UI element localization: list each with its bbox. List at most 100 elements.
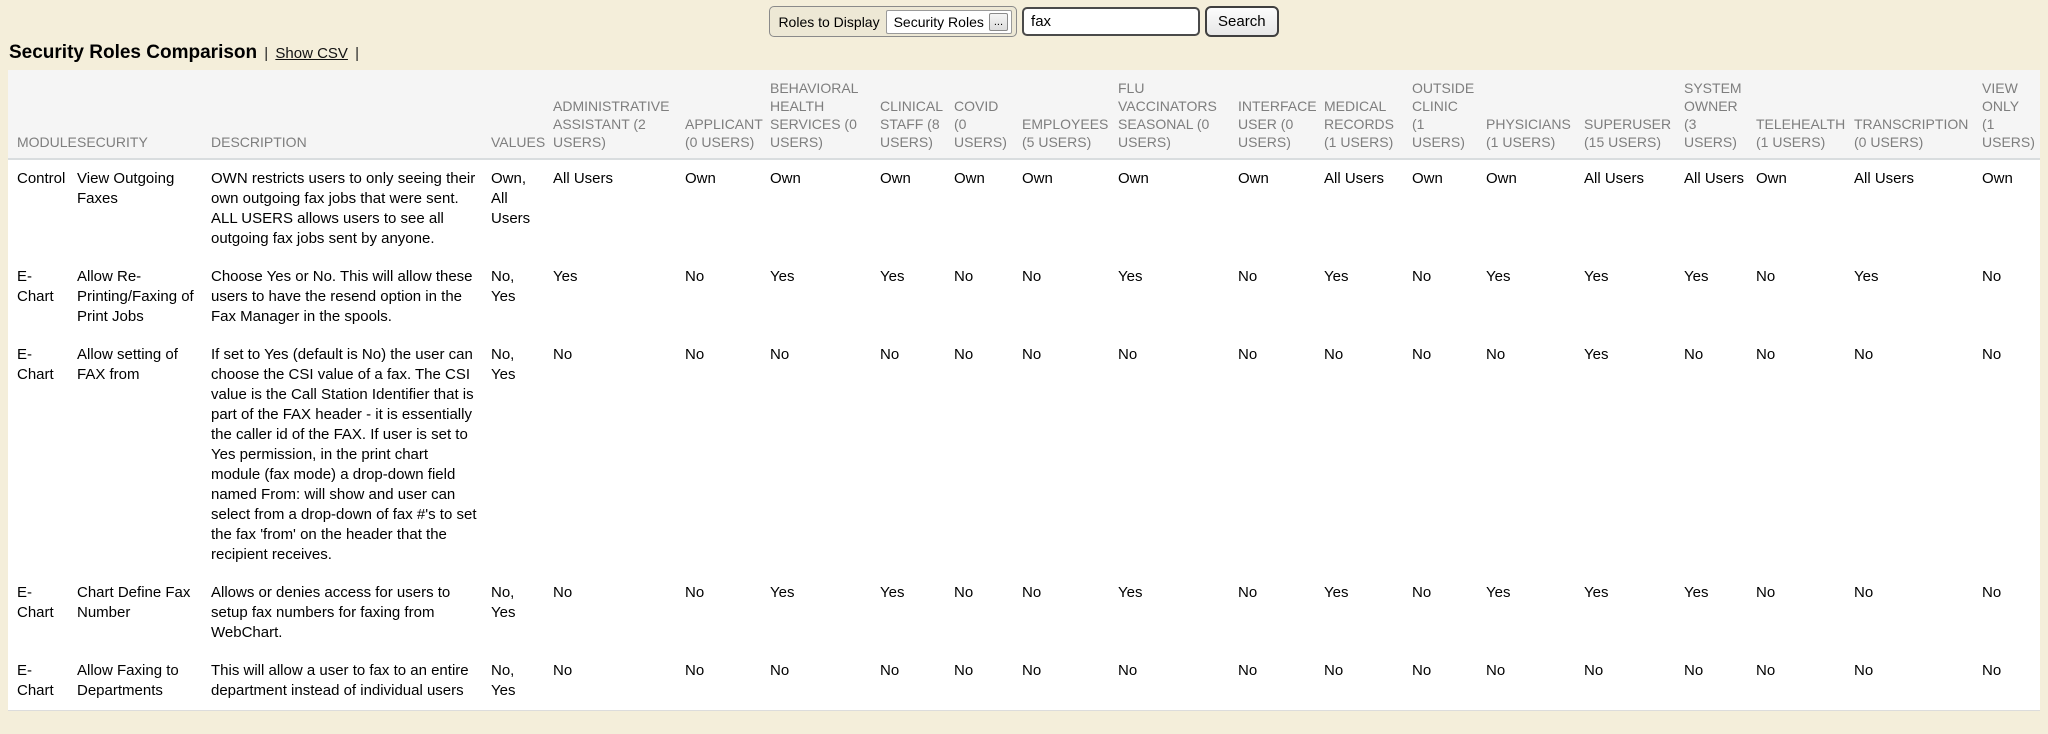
role-column-header: INTERFACE USER (0 USERS) bbox=[1238, 70, 1324, 159]
role-value-cell: No bbox=[1022, 652, 1118, 711]
role-value-cell: Yes bbox=[880, 258, 954, 336]
role-value-cell: Own bbox=[685, 159, 770, 258]
role-value-cell: No bbox=[954, 258, 1022, 336]
role-value-cell: No bbox=[1486, 336, 1584, 574]
role-value-cell: No bbox=[1412, 258, 1486, 336]
description-cell: Allows or denies access for users to set… bbox=[211, 574, 491, 652]
role-value-cell: No bbox=[1324, 336, 1412, 574]
role-value-cell: Yes bbox=[1486, 258, 1584, 336]
role-value-cell: Yes bbox=[1324, 574, 1412, 652]
role-value-cell: No bbox=[1584, 652, 1684, 711]
security-cell: Allow Faxing to Departments bbox=[77, 652, 211, 711]
role-column-header: APPLICANT (0 USERS) bbox=[685, 70, 770, 159]
role-value-cell: Yes bbox=[770, 258, 880, 336]
role-value-cell: Yes bbox=[1684, 574, 1756, 652]
role-column-header: EMPLOYEES (5 USERS) bbox=[1022, 70, 1118, 159]
role-value-cell: No bbox=[1854, 652, 1982, 711]
table-row: E-ChartAllow setting of FAX fromIf set t… bbox=[8, 336, 2040, 574]
role-value-cell: No bbox=[880, 336, 954, 574]
role-value-cell: Own bbox=[880, 159, 954, 258]
role-value-cell: No bbox=[1756, 336, 1854, 574]
role-column-header: VIEW ONLY (1 USERS) bbox=[1982, 70, 2040, 159]
role-value-cell: Yes bbox=[1486, 574, 1584, 652]
role-value-cell: Own bbox=[1412, 159, 1486, 258]
search-button[interactable]: Search bbox=[1205, 6, 1279, 37]
description-cell: If set to Yes (default is No) the user c… bbox=[211, 336, 491, 574]
role-value-cell: No bbox=[1982, 574, 2040, 652]
search-input[interactable] bbox=[1022, 7, 1200, 36]
role-column-header: MEDICAL RECORDS (1 USERS) bbox=[1324, 70, 1412, 159]
role-value-cell: No bbox=[1412, 336, 1486, 574]
role-column-header: PHYSICIANS (1 USERS) bbox=[1486, 70, 1584, 159]
role-value-cell: Yes bbox=[1684, 258, 1756, 336]
role-column-header: CLINICAL STAFF (8 USERS) bbox=[880, 70, 954, 159]
table-row: E-ChartAllow Re-Printing/Faxing of Print… bbox=[8, 258, 2040, 336]
security-roles-comparison-table: MODULESECURITYDESCRIPTIONVALUESADMINISTR… bbox=[8, 70, 2040, 711]
role-value-cell: No bbox=[880, 652, 954, 711]
role-value-cell: No bbox=[685, 574, 770, 652]
role-value-cell: No bbox=[1238, 574, 1324, 652]
title-bar: Security Roles Comparison | Show CSV | bbox=[0, 38, 2048, 70]
role-value-cell: No bbox=[1412, 574, 1486, 652]
role-value-cell: No bbox=[1022, 574, 1118, 652]
role-value-cell: No bbox=[1412, 652, 1486, 711]
role-value-cell: No bbox=[1982, 336, 2040, 574]
role-column-header: COVID (0 USERS) bbox=[954, 70, 1022, 159]
column-header-module: MODULE bbox=[8, 70, 77, 159]
role-value-cell: Yes bbox=[1584, 574, 1684, 652]
security-cell: Allow setting of FAX from bbox=[77, 336, 211, 574]
security-cell: View Outgoing Faxes bbox=[77, 159, 211, 258]
role-value-cell: Yes bbox=[1584, 258, 1684, 336]
values-cell: No, Yes bbox=[491, 574, 553, 652]
role-column-header: TRANSCRIPTION (0 USERS) bbox=[1854, 70, 1982, 159]
role-value-cell: No bbox=[685, 336, 770, 574]
role-value-cell: No bbox=[685, 258, 770, 336]
role-column-header: TELEHEALTH (1 USERS) bbox=[1756, 70, 1854, 159]
role-value-cell: No bbox=[1486, 652, 1584, 711]
role-value-cell: All Users bbox=[1584, 159, 1684, 258]
role-value-cell: Yes bbox=[1118, 258, 1238, 336]
values-cell: Own, All Users bbox=[491, 159, 553, 258]
show-csv-link[interactable]: Show CSV bbox=[275, 45, 348, 62]
column-header-security: SECURITY bbox=[77, 70, 211, 159]
column-header-values: VALUES bbox=[491, 70, 553, 159]
security-roles-table-container: MODULESECURITYDESCRIPTIONVALUESADMINISTR… bbox=[8, 70, 2040, 711]
role-value-cell: No bbox=[1022, 258, 1118, 336]
role-value-cell: No bbox=[1982, 258, 2040, 336]
role-value-cell: Own bbox=[1118, 159, 1238, 258]
role-column-header: ADMINISTRATIVE ASSISTANT (2 USERS) bbox=[553, 70, 685, 159]
roles-picker-field[interactable]: Security Roles ... bbox=[886, 10, 1012, 34]
role-value-cell: No bbox=[1238, 652, 1324, 711]
page-title: Security Roles Comparison bbox=[9, 42, 257, 63]
roles-browse-button[interactable]: ... bbox=[989, 13, 1008, 31]
role-value-cell: Own bbox=[1756, 159, 1854, 258]
role-value-cell: No bbox=[954, 336, 1022, 574]
roles-picker-value: Security Roles bbox=[894, 14, 984, 30]
roles-to-display-group: Roles to Display Security Roles ... bbox=[769, 6, 1017, 37]
module-cell: E-Chart bbox=[8, 336, 77, 574]
role-value-cell: No bbox=[1022, 336, 1118, 574]
role-value-cell: All Users bbox=[1854, 159, 1982, 258]
role-value-cell: No bbox=[553, 652, 685, 711]
role-value-cell: Yes bbox=[770, 574, 880, 652]
table-row: E-ChartAllow Faxing to DepartmentsThis w… bbox=[8, 652, 2040, 711]
role-value-cell: No bbox=[954, 574, 1022, 652]
role-value-cell: No bbox=[954, 652, 1022, 711]
role-value-cell: No bbox=[1238, 336, 1324, 574]
role-value-cell: Own bbox=[1238, 159, 1324, 258]
role-value-cell: No bbox=[1756, 574, 1854, 652]
role-value-cell: Yes bbox=[1118, 574, 1238, 652]
security-cell: Allow Re-Printing/Faxing of Print Jobs bbox=[77, 258, 211, 336]
role-value-cell: No bbox=[770, 652, 880, 711]
roles-to-display-label: Roles to Display bbox=[778, 14, 879, 30]
role-value-cell: Own bbox=[954, 159, 1022, 258]
top-toolbar: Roles to Display Security Roles ... Sear… bbox=[0, 0, 2048, 38]
role-value-cell: Yes bbox=[1854, 258, 1982, 336]
column-header-description: DESCRIPTION bbox=[211, 70, 491, 159]
role-value-cell: No bbox=[1854, 336, 1982, 574]
role-value-cell: No bbox=[553, 574, 685, 652]
module-cell: E-Chart bbox=[8, 574, 77, 652]
description-cell: OWN restricts users to only seeing their… bbox=[211, 159, 491, 258]
values-cell: No, Yes bbox=[491, 652, 553, 711]
role-column-header: SYSTEM OWNER (3 USERS) bbox=[1684, 70, 1756, 159]
